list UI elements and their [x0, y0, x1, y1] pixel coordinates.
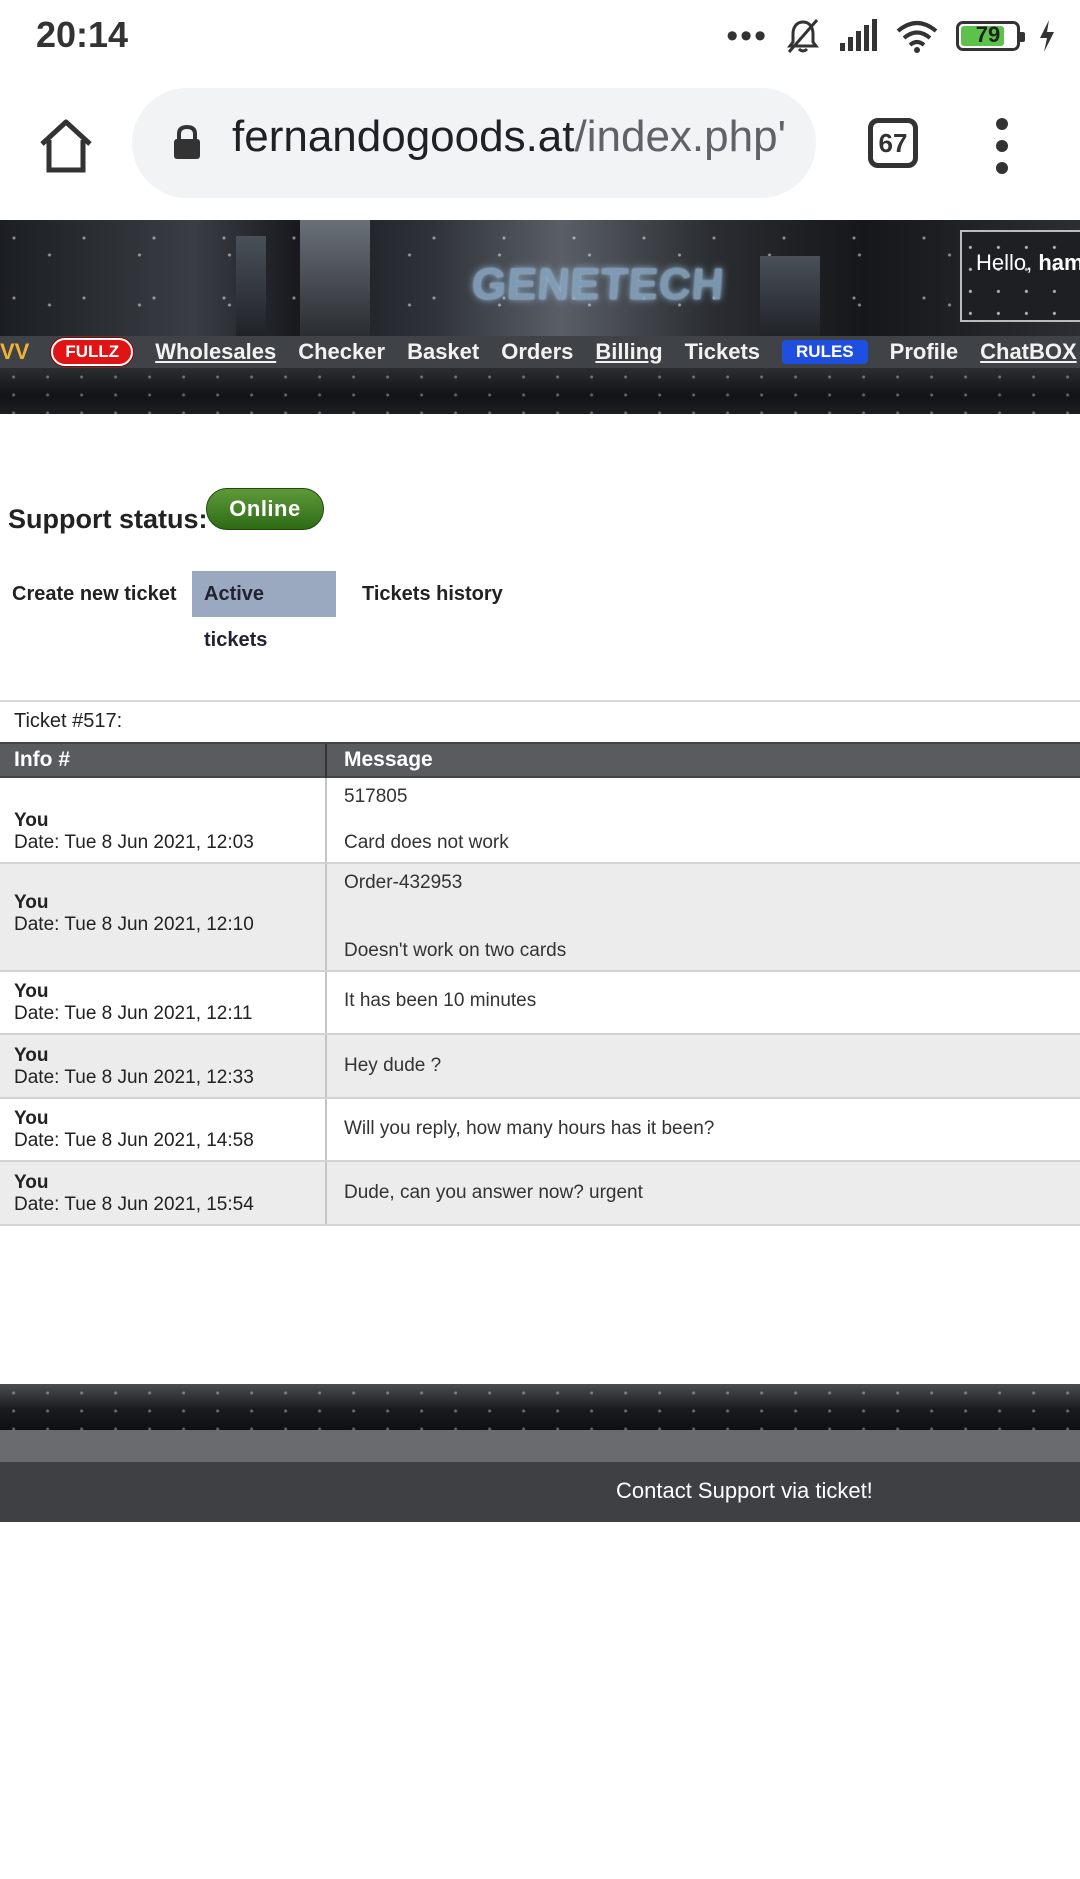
site-banner: GENETECH Hello, ham	[0, 220, 1080, 336]
tab-tickets-history[interactable]: Tickets history	[350, 571, 515, 617]
home-icon[interactable]	[36, 116, 96, 176]
nav-item-orders[interactable]: Orders	[501, 339, 573, 365]
ticket-messages: You Date: Tue 8 Jun 2021, 12:03 517805 Ca…	[0, 778, 1080, 1226]
message-text: Will you reply, how many hours has it be…	[344, 1118, 715, 1139]
message-date: Date: Tue 8 Jun 2021, 12:10	[14, 914, 254, 935]
message-text: 517805	[344, 786, 408, 807]
url-path: /index.php'	[574, 112, 786, 161]
nav-item-vv[interactable]: VV	[0, 339, 29, 365]
message-date: Date: Tue 8 Jun 2021, 14:58	[14, 1130, 254, 1151]
support-status-label: Support status:	[8, 504, 208, 534]
wifi-icon	[896, 21, 938, 53]
footer: Contact Support via ticket!	[0, 1462, 1080, 1522]
nav-item-fullz[interactable]: FULLZ	[51, 338, 134, 366]
status-time: 20:14	[36, 14, 129, 55]
nav-item-wholesales[interactable]: Wholesales	[155, 339, 276, 365]
column-divider	[325, 864, 327, 970]
message-sender: You	[14, 1172, 49, 1193]
nav-item-basket[interactable]: Basket	[407, 339, 479, 365]
message-info: You Date: Tue 8 Jun 2021, 12:10	[14, 892, 254, 936]
column-divider	[325, 1162, 327, 1224]
more-notifications-icon: •••	[726, 17, 768, 55]
footer-decor-band	[0, 1384, 1080, 1430]
message-info: You Date: Tue 8 Jun 2021, 12:33	[14, 1045, 254, 1089]
status-bar: 20:14 ••• 79	[0, 0, 1080, 68]
message-sender: You	[14, 892, 49, 913]
nav-decor-band	[0, 368, 1080, 414]
support-status-badge: Online	[206, 488, 324, 530]
message-text: Dude, can you answer now? urgent	[344, 1182, 643, 1203]
column-divider	[325, 1099, 327, 1160]
contact-support-link[interactable]: Contact Support via ticket!	[616, 1478, 873, 1504]
message-text: Hey dude ?	[344, 1055, 442, 1076]
address-bar[interactable]: fernandogoods.at/index.php'	[132, 88, 816, 198]
column-divider	[325, 972, 327, 1033]
table-row: You Date: Tue 8 Jun 2021, 12:03 517805 Ca…	[0, 778, 1080, 864]
charging-icon	[1040, 20, 1054, 52]
message-date: Date: Tue 8 Jun 2021, 12:33	[14, 1067, 254, 1088]
nav-item-profile[interactable]: Profile	[890, 339, 958, 365]
message-text: Doesn't work on two cards	[344, 940, 567, 961]
ticket-title-row: Ticket #517:	[0, 700, 1080, 742]
ticket-table-header: Info # Message	[0, 742, 1080, 778]
banner-building	[760, 256, 820, 336]
main-nav: VV FULLZ Wholesales Checker Basket Orders Bill…	[0, 336, 1080, 368]
message-text: Order-432953	[344, 872, 463, 893]
site-logo: GENETECH	[470, 260, 727, 309]
nav-item-tickets[interactable]: Tickets	[685, 339, 760, 365]
nav-item-billing[interactable]: Billing	[595, 339, 662, 365]
message-info: You Date: Tue 8 Jun 2021, 15:54	[14, 1172, 254, 1216]
nav-item-checker[interactable]: Checker	[298, 339, 385, 365]
bell-off-icon	[787, 19, 819, 53]
ticket-title: Ticket #517:	[14, 710, 123, 732]
column-header-info: Info #	[14, 748, 70, 771]
battery-level: 79	[975, 22, 1001, 47]
message-sender: You	[14, 1045, 49, 1066]
table-row: You Date: Tue 8 Jun 2021, 15:54 Dude, can…	[0, 1162, 1080, 1226]
table-row: You Date: Tue 8 Jun 2021, 12:10 Order-432…	[0, 864, 1080, 972]
message-sender: You	[14, 810, 49, 831]
nav-item-rules[interactable]: RULES	[782, 340, 868, 364]
column-divider	[325, 1035, 327, 1097]
browser-menu-button[interactable]	[992, 118, 1012, 174]
message-info: You Date: Tue 8 Jun 2021, 12:03	[14, 810, 254, 854]
footer-divider	[0, 1430, 1080, 1462]
message-sender: You	[14, 1108, 49, 1129]
message-text: Card does not work	[344, 832, 509, 853]
message-text: It has been 10 minutes	[344, 990, 537, 1011]
username[interactable]: ham	[1038, 250, 1080, 275]
battery-icon: 79	[956, 21, 1025, 51]
column-header-message: Message	[344, 748, 433, 771]
message-date: Date: Tue 8 Jun 2021, 15:54	[14, 1194, 254, 1215]
nav-item-chatbox[interactable]: ChatBOX	[980, 339, 1077, 365]
message-sender: You	[14, 981, 49, 1002]
menu-dot-icon	[996, 162, 1008, 174]
signal-icon	[840, 19, 877, 51]
lock-icon[interactable]	[170, 124, 204, 160]
menu-dot-icon	[996, 140, 1008, 152]
column-divider	[325, 778, 327, 862]
tab-create-new-ticket[interactable]: Create new ticket	[0, 571, 189, 617]
message-info: You Date: Tue 8 Jun 2021, 12:11	[14, 981, 252, 1025]
table-row: You Date: Tue 8 Jun 2021, 12:33 Hey dude …	[0, 1035, 1080, 1099]
url-host: fernandogoods.at	[232, 112, 575, 161]
user-greeting: Hello, ham	[976, 250, 1080, 276]
url-text[interactable]: fernandogoods.at/index.php'	[232, 112, 786, 162]
user-greeting-box: Hello, ham	[960, 230, 1080, 322]
menu-dot-icon	[996, 118, 1008, 130]
message-info: You Date: Tue 8 Jun 2021, 14:58	[14, 1108, 254, 1152]
banner-building	[300, 220, 370, 336]
message-date: Date: Tue 8 Jun 2021, 12:03	[14, 832, 254, 853]
browser-toolbar: fernandogoods.at/index.php' 67	[0, 68, 1080, 220]
tab-active-tickets[interactable]: Active tickets	[192, 571, 336, 651]
greeting-text: Hello,	[976, 250, 1039, 275]
status-icons: ••• 79	[726, 16, 1056, 56]
message-date: Date: Tue 8 Jun 2021, 12:11	[14, 1003, 253, 1024]
banner-building	[236, 236, 266, 336]
table-row: You Date: Tue 8 Jun 2021, 14:58 Will you …	[0, 1099, 1080, 1162]
column-divider	[325, 744, 327, 778]
tab-switcher-button[interactable]: 67	[868, 118, 918, 168]
table-row: You Date: Tue 8 Jun 2021, 12:11 It has be…	[0, 972, 1080, 1035]
